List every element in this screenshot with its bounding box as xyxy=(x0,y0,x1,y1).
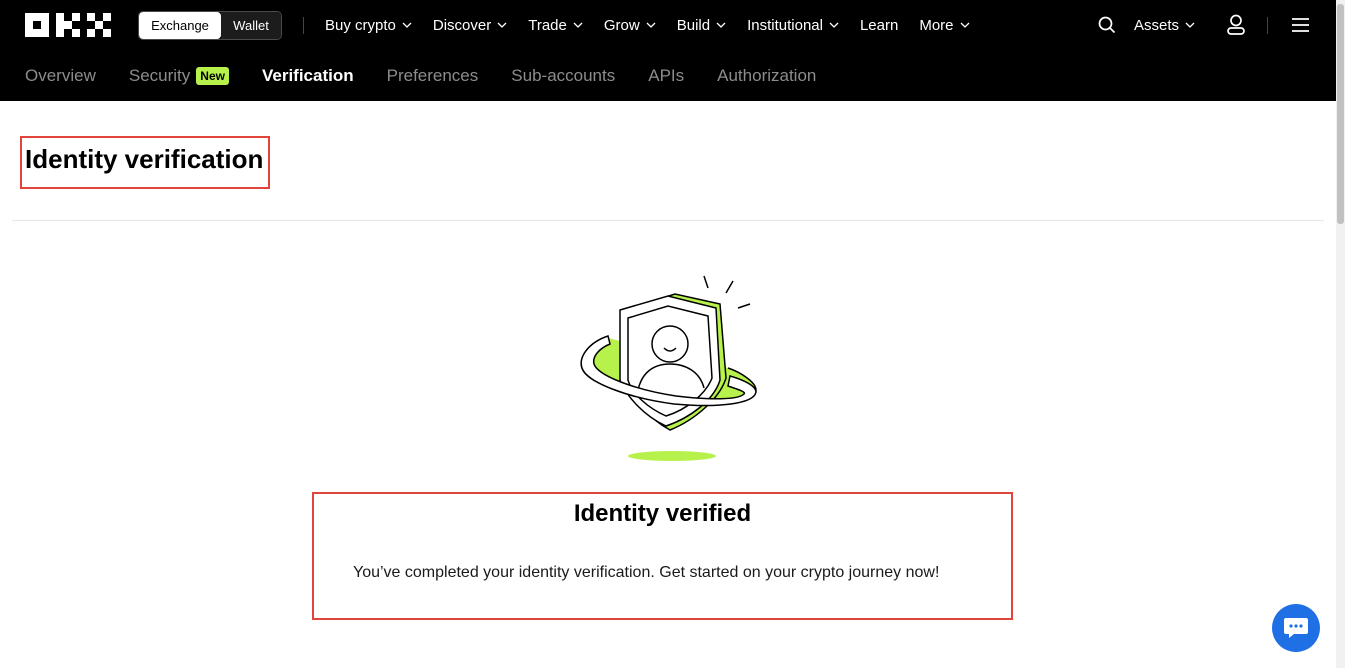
tab-preferences[interactable]: Preferences xyxy=(387,66,479,86)
verification-status-title: Identity verified xyxy=(573,500,752,527)
wallet-toggle-button[interactable]: Wallet xyxy=(221,12,281,39)
menu-item-more[interactable]: More xyxy=(919,17,969,34)
tab-label: APIs xyxy=(648,65,685,85)
main-nav-row: Exchange Wallet Buy crypto Discover Trad… xyxy=(0,0,1336,50)
menu-item-label: Institutional xyxy=(747,16,823,34)
user-icon xyxy=(1227,14,1245,35)
tab-label: Overview xyxy=(25,65,96,85)
chevron-down-icon xyxy=(646,22,656,28)
page-title: Identity verification xyxy=(25,144,264,174)
chevron-down-icon xyxy=(497,22,507,28)
verified-shield-illustration xyxy=(580,275,757,461)
menu-item-label: Grow xyxy=(603,16,640,34)
search-icon xyxy=(1098,16,1116,34)
chevron-down-icon xyxy=(960,22,969,28)
tools-divider xyxy=(1267,17,1268,34)
menu-item-trade[interactable]: Trade xyxy=(528,17,583,34)
support-chat-button[interactable] xyxy=(1272,604,1320,652)
tab-label: Security xyxy=(128,65,191,85)
chevron-down-icon xyxy=(1185,22,1195,28)
verification-status-description: You’ve completed your identity verificat… xyxy=(353,564,940,581)
menu-item-label: Discover xyxy=(432,16,492,34)
chevron-down-icon xyxy=(402,22,412,28)
tab-label: Verification xyxy=(261,65,354,85)
menu-item-learn[interactable]: Learn xyxy=(860,17,898,34)
hamburger-menu-icon xyxy=(1292,18,1309,32)
menu-item-label: Trade xyxy=(528,16,567,34)
profile-button[interactable] xyxy=(1226,0,1246,50)
tab-verification[interactable]: Verification xyxy=(262,66,354,86)
exchange-wallet-toggle: Exchange Wallet xyxy=(138,11,282,40)
search-button[interactable] xyxy=(1098,0,1116,50)
new-badge: New xyxy=(196,66,229,85)
chevron-down-icon xyxy=(716,22,726,28)
title-divider xyxy=(12,220,1324,221)
chevron-down-icon xyxy=(573,22,583,28)
top-navigation-bar: Exchange Wallet Buy crypto Discover Trad… xyxy=(0,0,1336,101)
exchange-toggle-button[interactable]: Exchange xyxy=(139,12,221,39)
hamburger-menu-button[interactable] xyxy=(1292,0,1309,50)
tab-security[interactable]: Security New xyxy=(129,66,229,86)
menu-item-label: Build xyxy=(676,16,711,34)
tab-label: Sub-accounts xyxy=(511,65,616,85)
account-subnav: Overview Security New Verification Prefe… xyxy=(25,50,849,101)
main-menu: Buy crypto Discover Trade Grow Build Ins… xyxy=(325,0,991,50)
menu-item-discover[interactable]: Discover xyxy=(433,17,507,34)
assets-label: Assets xyxy=(1134,16,1180,34)
tab-apis[interactable]: APIs xyxy=(648,66,684,86)
tab-label: Authorization xyxy=(717,65,817,85)
menu-item-buy-crypto[interactable]: Buy crypto xyxy=(325,17,412,34)
scrollbar-thumb[interactable] xyxy=(1337,4,1344,224)
tab-label: Preferences xyxy=(386,65,479,85)
okx-logo[interactable] xyxy=(25,13,111,37)
chevron-down-icon xyxy=(829,22,839,28)
account-subnav-row: Overview Security New Verification Prefe… xyxy=(0,50,1336,101)
tab-authorization[interactable]: Authorization xyxy=(717,66,816,86)
menu-item-institutional[interactable]: Institutional xyxy=(747,17,839,34)
menu-item-build[interactable]: Build xyxy=(677,17,726,34)
chat-icon xyxy=(1284,618,1308,638)
assets-menu[interactable]: Assets xyxy=(1134,0,1195,50)
page-scrollbar[interactable] xyxy=(1336,0,1345,668)
tab-sub-accounts[interactable]: Sub-accounts xyxy=(511,66,615,86)
menu-item-label: Buy crypto xyxy=(325,16,396,34)
menu-item-label: More xyxy=(919,16,954,34)
nav-divider xyxy=(303,17,304,34)
tab-overview[interactable]: Overview xyxy=(25,66,96,86)
menu-item-label: Learn xyxy=(859,16,899,34)
menu-item-grow[interactable]: Grow xyxy=(604,17,656,34)
